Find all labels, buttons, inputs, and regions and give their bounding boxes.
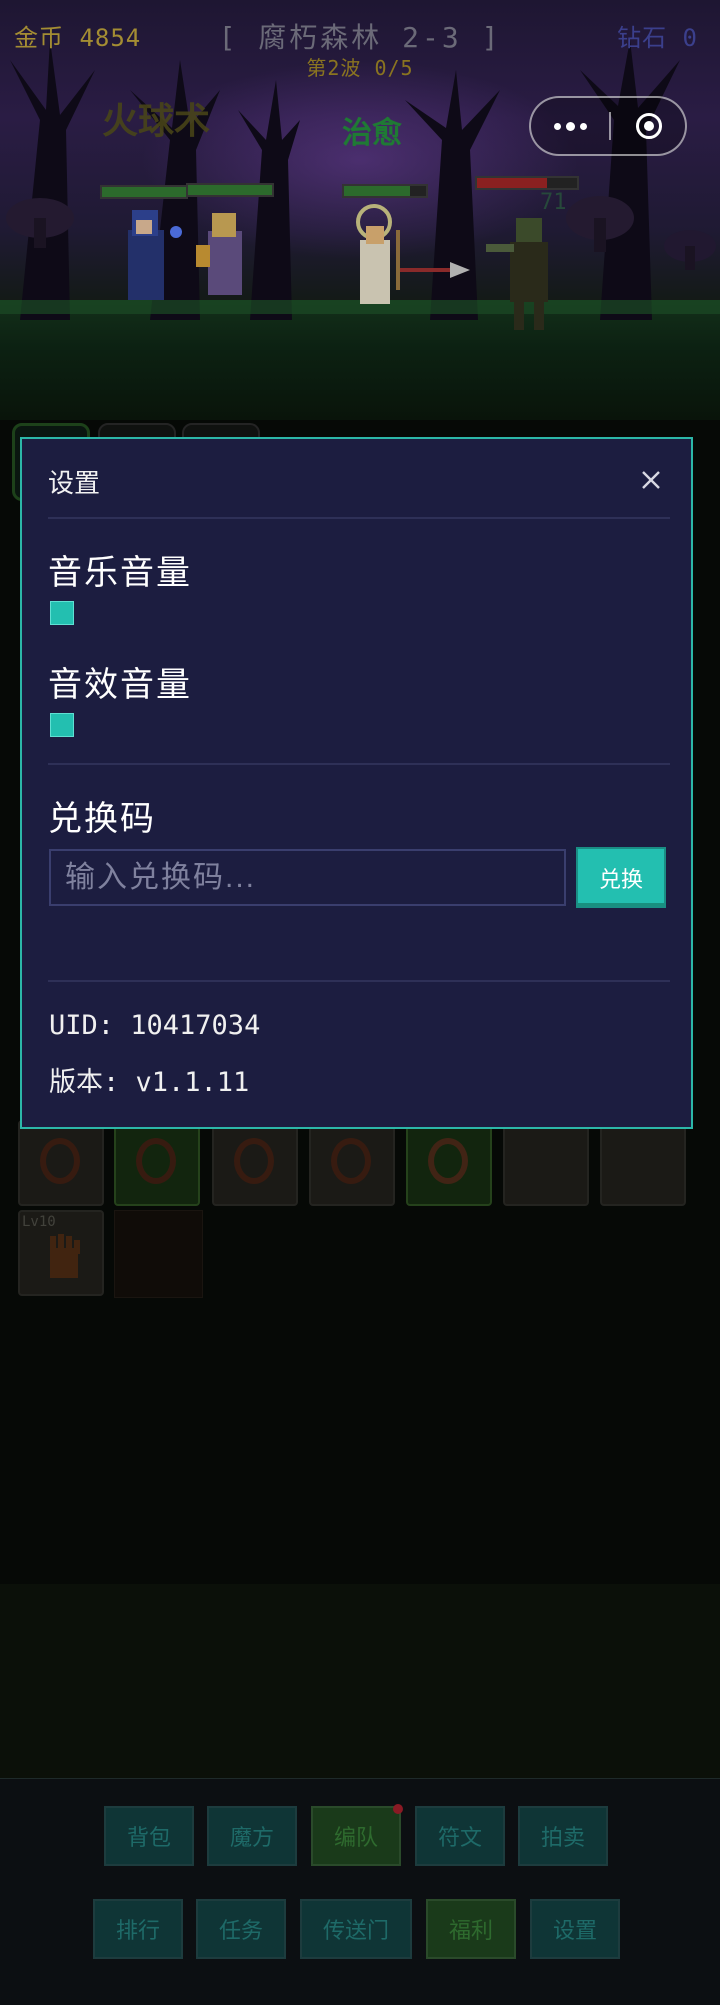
nav-team[interactable]: 编队	[311, 1806, 401, 1866]
nav-settings[interactable]: 设置	[530, 1899, 620, 1959]
floating-skill-fireball: 火球术	[102, 100, 211, 141]
sfx-volume-slider[interactable]	[50, 713, 74, 737]
target-icon[interactable]	[611, 98, 687, 154]
diamond-counter: 钻石 0	[617, 24, 698, 52]
nav-portal[interactable]: 传送门	[300, 1899, 412, 1959]
music-volume-slider[interactable]	[50, 601, 74, 625]
info-divider	[48, 980, 670, 982]
redeem-code-label: 兑换码	[48, 800, 156, 838]
redeem-button[interactable]: 兑换	[576, 847, 666, 908]
nav-ranking[interactable]: 排行	[93, 1899, 183, 1959]
hp-bar-knight	[186, 183, 274, 197]
notification-dot	[393, 1804, 403, 1814]
settings-modal: 设置 音乐音量 音效音量 兑换码 兑换 UID: 10417034 版本: v1…	[20, 437, 693, 1129]
nav-rune[interactable]: 符文	[415, 1806, 505, 1866]
stage-title: [ 腐朽森林 2-3 ]	[218, 21, 502, 54]
tree-right-1	[580, 40, 680, 320]
tree-center-1	[238, 80, 300, 320]
music-volume-label: 音乐音量	[48, 554, 192, 592]
uid-text: UID: 10417034	[49, 1010, 261, 1041]
nav-auction[interactable]: 拍卖	[518, 1806, 608, 1866]
tree-left-1	[10, 40, 95, 320]
floating-skill-heal: 治愈	[342, 117, 402, 150]
more-dots-icon[interactable]	[531, 98, 609, 154]
battle-scene: 火球术 治愈 71 金币 4854 [ 腐朽森林 2-3 ] 第2波 0/5 钻…	[0, 0, 720, 420]
version-text: 版本: v1.1.11	[49, 1067, 250, 1098]
section-divider	[48, 763, 670, 765]
modal-title: 设置	[48, 468, 101, 498]
hp-bar-enemy	[475, 176, 579, 190]
hp-bar-mage	[100, 185, 188, 199]
bottom-nav: 背包 魔方 编队 符文 拍卖 排行 任务 传送门 福利 设置	[0, 1778, 720, 2005]
miniprogram-capsule	[529, 96, 687, 156]
nav-backpack[interactable]: 背包	[104, 1806, 194, 1866]
close-icon[interactable]	[632, 461, 670, 499]
hero-knight	[196, 213, 242, 295]
hp-bar-priest	[342, 184, 428, 198]
nav-welfare[interactable]: 福利	[426, 1899, 516, 1959]
nav-quests[interactable]: 任务	[196, 1899, 286, 1959]
redeem-code-input[interactable]	[49, 849, 566, 906]
nav-cube[interactable]: 魔方	[207, 1806, 297, 1866]
wave-counter: 第2波 0/5	[306, 56, 414, 80]
modal-header-divider	[48, 517, 670, 519]
damage-number: 71	[540, 190, 567, 215]
sfx-volume-label: 音效音量	[48, 666, 192, 704]
hero-priest	[356, 204, 400, 304]
